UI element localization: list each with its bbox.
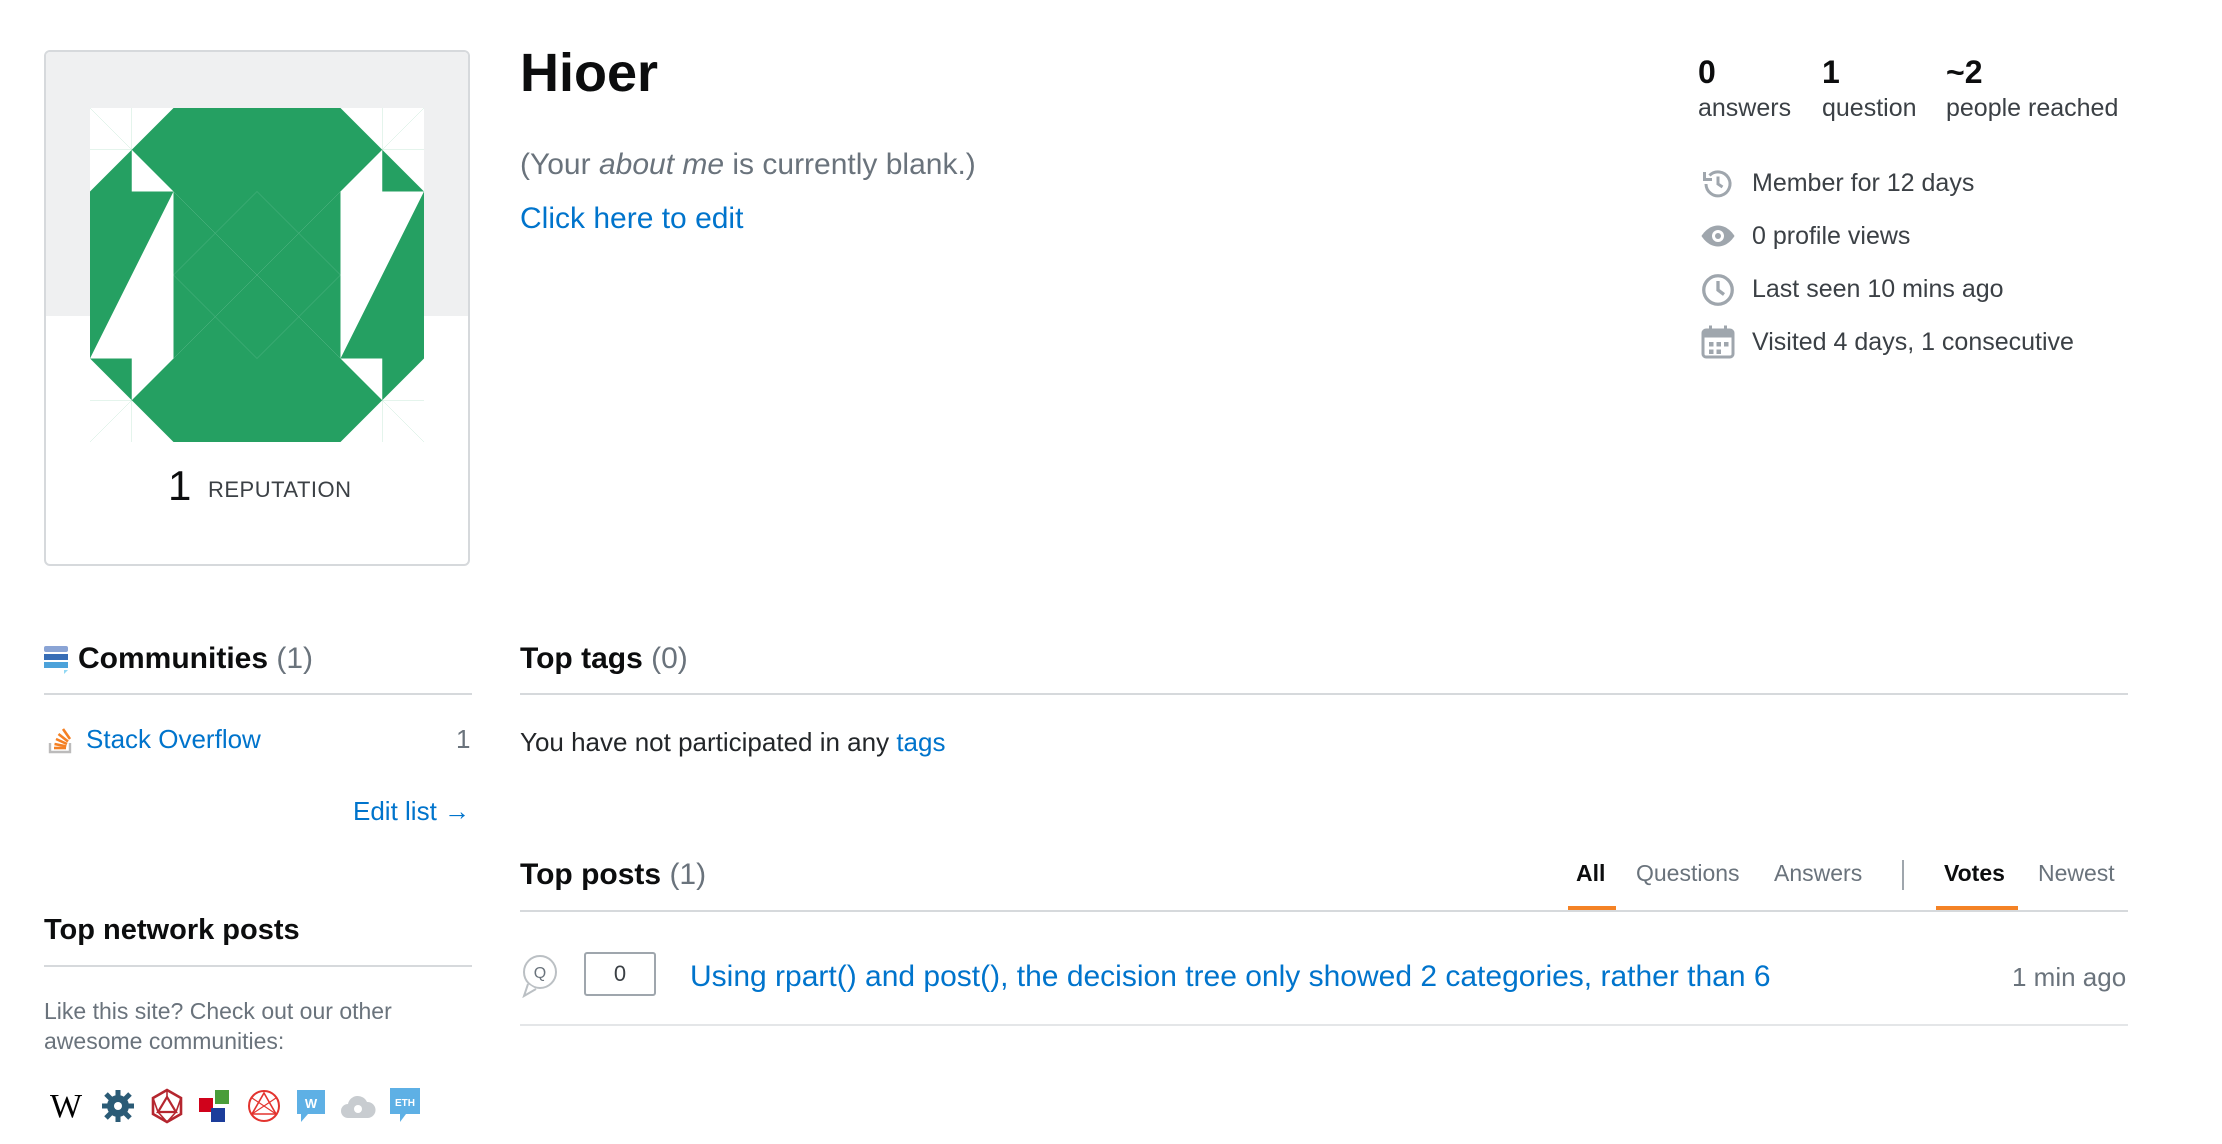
edit-list-link[interactable]: Edit list → — [353, 796, 470, 827]
network-promo-text: Like this site? Check out our other awes… — [44, 998, 392, 1054]
filter-questions-tab[interactable]: Questions — [1636, 860, 1740, 887]
filter-all-tab[interactable]: All — [1576, 860, 1605, 887]
blocks-icon[interactable] — [198, 1088, 232, 1124]
svg-text:Q: Q — [534, 965, 546, 982]
questions-label: question — [1822, 94, 1917, 122]
stack-overflow-icon — [48, 728, 72, 754]
cloud-icon[interactable] — [340, 1092, 376, 1122]
reputation-label: REPUTATION — [208, 477, 352, 502]
reputation-value: 1 — [168, 462, 192, 509]
d20-icon[interactable] — [150, 1088, 184, 1124]
visited-days: Visited 4 days, 1 consecutive — [1752, 328, 2074, 356]
post-title-link[interactable]: Using rpart() and post(), the decision t… — [690, 960, 1771, 994]
divider — [44, 965, 472, 967]
user-name: Hioer — [520, 43, 659, 103]
reached-label: people reached — [1946, 94, 2119, 122]
avatar[interactable] — [90, 108, 424, 442]
geometry-icon[interactable] — [246, 1088, 282, 1124]
history-icon — [1703, 170, 1732, 198]
questions-count: 1 — [1822, 54, 1840, 90]
wikipedia-icon[interactable]: W — [50, 1088, 82, 1126]
communities-title: Communities (1) — [78, 642, 314, 675]
post-score: 0 — [584, 952, 656, 996]
profile-views: 0 profile views — [1752, 222, 1911, 250]
tags-link[interactable]: tags — [896, 727, 945, 757]
last-seen: Last seen 10 mins ago — [1752, 275, 2004, 303]
filter-answers-tab[interactable]: Answers — [1774, 860, 1862, 887]
community-reputation: 1 — [456, 724, 471, 754]
member-for: Member for 12 days — [1752, 169, 1975, 197]
post-time: 1 min ago — [2012, 962, 2127, 992]
filter-separator — [1902, 860, 1904, 890]
calendar-icon — [1701, 325, 1735, 359]
clock-icon — [1702, 274, 1734, 306]
w-bubble-icon[interactable]: W — [294, 1088, 328, 1124]
edit-profile-link[interactable]: Click here to edit — [520, 202, 743, 236]
divider — [520, 1024, 2128, 1026]
top-network-posts-title: Top network posts — [44, 914, 300, 946]
eye-icon — [1701, 225, 1735, 247]
answers-count: 0 — [1698, 54, 1716, 90]
reached-count: ~2 — [1946, 54, 1983, 90]
answers-label: answers — [1698, 94, 1792, 122]
stack-exchange-icon — [44, 646, 68, 674]
divider — [520, 910, 2128, 912]
question-post-icon: Q — [522, 955, 557, 998]
community-stack-overflow-link[interactable]: Stack Overflow — [86, 724, 261, 755]
top-tags-empty-text: You have not participated in any tags — [520, 727, 946, 757]
sort-votes-tab[interactable]: Votes — [1944, 860, 2005, 887]
sort-newest-tab[interactable]: Newest — [2038, 860, 2115, 887]
svg-text:ETH: ETH — [395, 1098, 415, 1109]
eth-icon[interactable]: ETH — [388, 1086, 422, 1124]
divider — [44, 693, 472, 695]
about-me-text: (Your about me is currently blank.) — [520, 148, 976, 181]
divider — [520, 693, 2128, 695]
top-posts-title: Top posts (1) — [520, 858, 707, 891]
gear-network-icon[interactable] — [100, 1088, 136, 1124]
svg-text:W: W — [305, 1096, 318, 1111]
top-tags-title: Top tags (0) — [520, 642, 688, 675]
